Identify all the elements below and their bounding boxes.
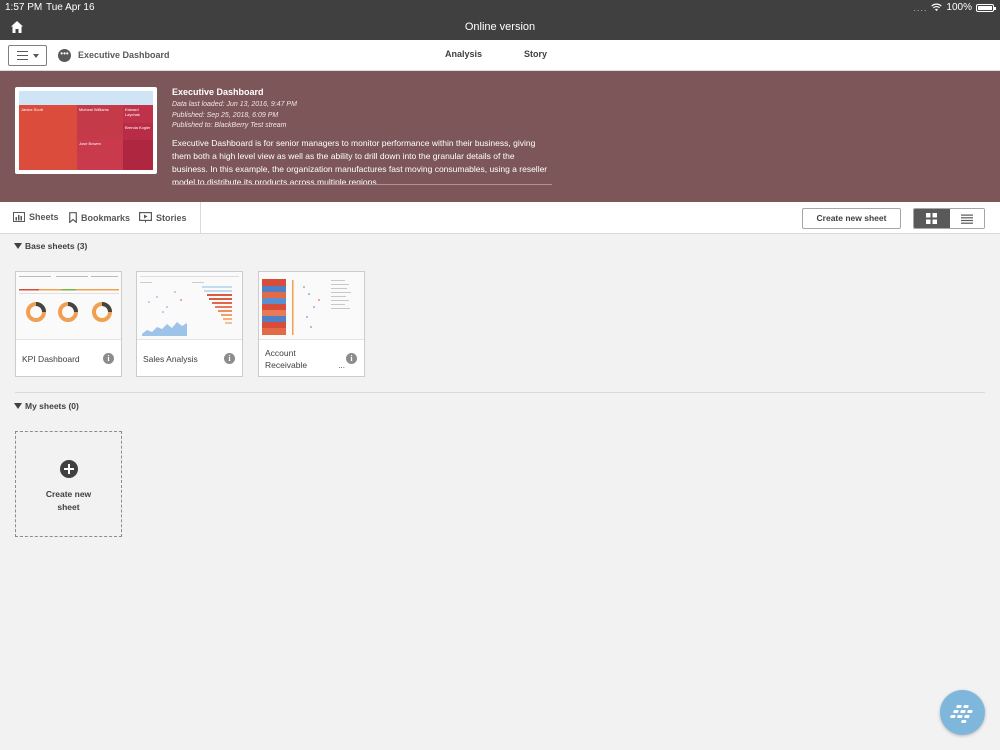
sheet-title: Account Receivable bbox=[265, 348, 308, 370]
title-bar: 1:57 PM Tue Apr 16 .... 100% Online vers… bbox=[0, 0, 1000, 40]
tab-sheets[interactable]: Sheets bbox=[13, 212, 59, 222]
treemap-label: Janice Scott bbox=[21, 107, 43, 112]
list-icon bbox=[960, 214, 973, 224]
treemap-label: Edward Laychak bbox=[125, 107, 140, 117]
global-menu-button[interactable] bbox=[8, 45, 47, 66]
sheet-title: KPI Dashboard bbox=[22, 354, 80, 364]
info-icon[interactable]: i bbox=[103, 353, 114, 364]
treemap-label: Micheal Williams bbox=[79, 107, 109, 112]
sheet-thumbnail bbox=[16, 272, 121, 340]
create-new-sheet-button[interactable]: Create new sheet bbox=[802, 208, 901, 229]
base-sheets-title: Base sheets (3) bbox=[25, 241, 88, 251]
sales-thumbnail-graphic bbox=[140, 276, 239, 336]
caret-down-icon bbox=[32, 53, 39, 58]
tab-analysis[interactable]: Analysis bbox=[445, 49, 482, 59]
sheet-card-sales-analysis[interactable]: Sales Analysis i bbox=[136, 271, 243, 377]
published-text: Published: Sep 25, 2018, 6:09 PM bbox=[172, 112, 279, 119]
published-to-text: Published to: BlackBerry Test stream bbox=[172, 122, 287, 129]
section-divider bbox=[15, 392, 985, 393]
bookmark-icon bbox=[69, 212, 77, 223]
list-view-button[interactable] bbox=[949, 209, 984, 228]
status-indicators: .... 100% bbox=[913, 2, 996, 13]
battery-percent: 100% bbox=[946, 2, 972, 13]
app-description: Executive Dashboard is for senior manage… bbox=[172, 137, 552, 185]
tab-bookmarks[interactable]: Bookmarks bbox=[69, 212, 130, 223]
blackberry-icon bbox=[950, 705, 973, 723]
my-sheets-header[interactable]: My sheets (0) bbox=[14, 401, 79, 411]
grid-view-button[interactable] bbox=[914, 209, 950, 228]
ar-thumbnail-graphic bbox=[262, 279, 351, 335]
info-icon[interactable]: i bbox=[224, 353, 235, 364]
more-ellipsis: ... bbox=[338, 361, 345, 370]
app-overview-banner: Janice Scott Micheal Williams Edward Lay… bbox=[0, 71, 1000, 202]
window-title: Online version bbox=[464, 21, 536, 33]
app-title: Executive Dashboard bbox=[172, 87, 264, 97]
plus-circle-icon bbox=[60, 460, 78, 478]
collapse-triangle-icon bbox=[14, 243, 22, 249]
status-time: 1:57 PM bbox=[5, 2, 43, 13]
sheet-card-account-receivable[interactable]: Account Receivable i ... bbox=[258, 271, 365, 377]
thumbnail-treemap: Janice Scott Micheal Williams Edward Lay… bbox=[19, 91, 153, 170]
blackberry-dynamics-button[interactable] bbox=[940, 690, 985, 735]
create-new-sheet-card[interactable]: Create new sheet bbox=[15, 431, 122, 537]
data-loaded-text: Data last loaded: Jun 13, 2016, 9:47 PM bbox=[172, 101, 297, 108]
tab-sheets-label: Sheets bbox=[29, 212, 59, 222]
create-new-sheet-label: Create new sheet bbox=[45, 489, 92, 512]
app-thumbnail: Janice Scott Micheal Williams Edward Lay… bbox=[15, 87, 157, 174]
tab-stories-label: Stories bbox=[156, 212, 187, 223]
status-date: Tue Apr 16 bbox=[46, 2, 95, 13]
sheet-title: Sales Analysis bbox=[143, 354, 198, 364]
kpi-thumbnail-graphic bbox=[19, 276, 119, 322]
base-sheets-header[interactable]: Base sheets (3) bbox=[14, 241, 87, 251]
sheet-card-kpi-dashboard[interactable]: KPI Dashboard i bbox=[15, 271, 122, 377]
view-toggle bbox=[913, 208, 985, 229]
battery-icon bbox=[976, 3, 996, 12]
hamburger-icon bbox=[16, 51, 28, 60]
treemap-label: Jose Bowen bbox=[79, 141, 101, 146]
collapse-triangle-icon bbox=[14, 403, 22, 409]
tab-stories[interactable]: Stories bbox=[139, 212, 187, 223]
signal-dots: .... bbox=[913, 2, 928, 13]
app-options-icon[interactable]: ••• bbox=[58, 49, 71, 62]
asset-tabs-bar: Sheets Bookmarks Stories Create new shee… bbox=[0, 202, 1000, 234]
grid-icon bbox=[926, 213, 938, 224]
sheet-thumbnail bbox=[259, 272, 364, 340]
divider bbox=[200, 202, 201, 234]
stories-icon bbox=[139, 212, 152, 223]
my-sheets-title: My sheets (0) bbox=[25, 401, 79, 411]
wifi-icon bbox=[931, 3, 943, 12]
treemap-label: Brenda Kogler bbox=[125, 125, 151, 130]
tab-bookmarks-label: Bookmarks bbox=[81, 212, 131, 223]
tab-story[interactable]: Story bbox=[524, 49, 547, 59]
app-toolbar: ••• Executive Dashboard Analysis Story bbox=[0, 40, 1000, 71]
info-icon[interactable]: i bbox=[346, 353, 357, 364]
sheet-thumbnail bbox=[137, 272, 242, 340]
sheets-icon bbox=[13, 212, 25, 222]
app-name: Executive Dashboard bbox=[78, 50, 170, 60]
